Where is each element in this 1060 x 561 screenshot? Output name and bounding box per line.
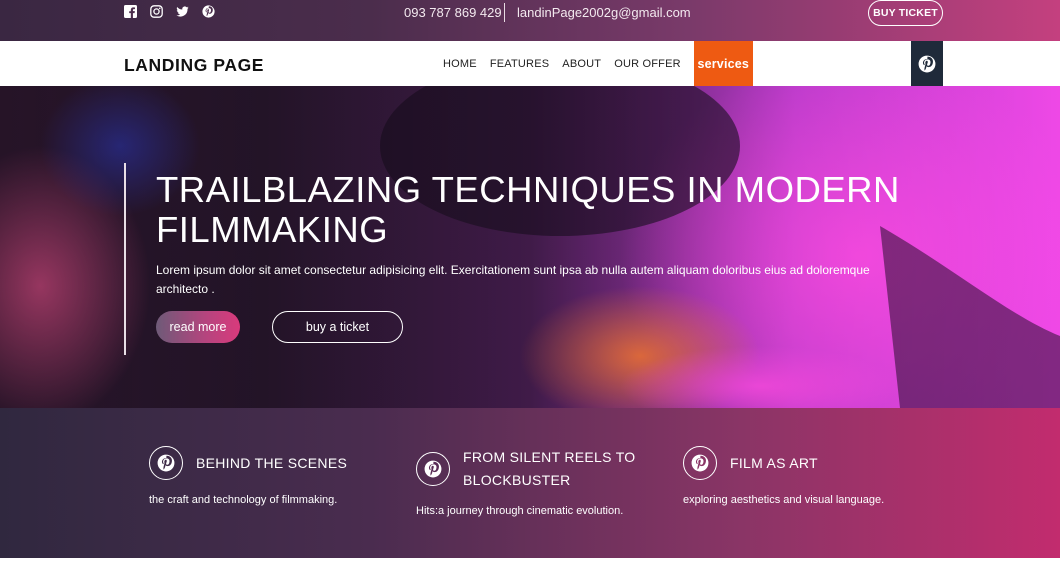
features-section: BEHIND THE SCENES the craft and technolo… [0,408,1060,558]
feature-title: FILM AS ART [730,455,818,471]
hero-title: TRAILBLAZING TECHNIQUES IN MODERN FILMMA… [156,169,900,250]
pinterest-icon [416,452,450,486]
feature-description: the craft and technology of filmmaking. [149,494,338,506]
feature-card: BEHIND THE SCENES the craft and technolo… [149,446,389,526]
nav-item-features[interactable]: FEATURES [490,58,549,70]
top-bar: 093 787 869 429 landinPage2002g@gmail.co… [0,0,1060,41]
hero-accent-line [124,163,126,355]
email-address[interactable]: landinPage2002g@gmail.com [517,5,691,20]
pinterest-icon [683,446,717,480]
phone-number: 093 787 869 429 [404,5,502,20]
hero-banner: TRAILBLAZING TECHNIQUES IN MODERN FILMMA… [0,86,1060,408]
pinterest-button[interactable] [911,41,943,86]
social-links [123,4,216,19]
feature-description: Hits:a journey through cinematic evoluti… [416,505,624,517]
read-more-button[interactable]: read more [156,311,240,343]
instagram-icon[interactable] [149,4,164,19]
feature-title: BEHIND THE SCENES [196,455,348,471]
feature-title: FROM SILENT REELS TO BLOCKBUSTER [463,449,636,488]
pinterest-icon [149,446,183,480]
logo[interactable]: LANDING PAGE [124,55,264,76]
feature-card: FILM AS ART exploring aesthetics and vis… [683,446,923,526]
navbar: LANDING PAGE HOME FEATURES ABOUT OUR OFF… [0,41,1060,86]
pinterest-icon [918,55,936,72]
nav-item-about[interactable]: ABOUT [562,58,601,70]
hero-description: Lorem ipsum dolor sit amet consectetur a… [156,263,870,296]
pinterest-icon[interactable] [201,4,216,19]
divider [504,3,505,22]
nav-menu: HOME FEATURES ABOUT OUR OFFER services [443,41,753,86]
nav-item-services[interactable]: services [693,41,753,86]
twitter-icon[interactable] [175,4,190,19]
nav-item-home[interactable]: HOME [443,58,477,70]
buy-ticket-button[interactable]: BUY TICKET [868,0,943,26]
facebook-icon[interactable] [123,4,138,19]
buy-a-ticket-button[interactable]: buy a ticket [272,311,403,343]
nav-item-our-offer[interactable]: OUR OFFER [614,58,681,70]
feature-card: FROM SILENT REELS TO BLOCKBUSTER Hits:a … [416,446,656,536]
feature-description: exploring aesthetics and visual language… [683,494,885,506]
